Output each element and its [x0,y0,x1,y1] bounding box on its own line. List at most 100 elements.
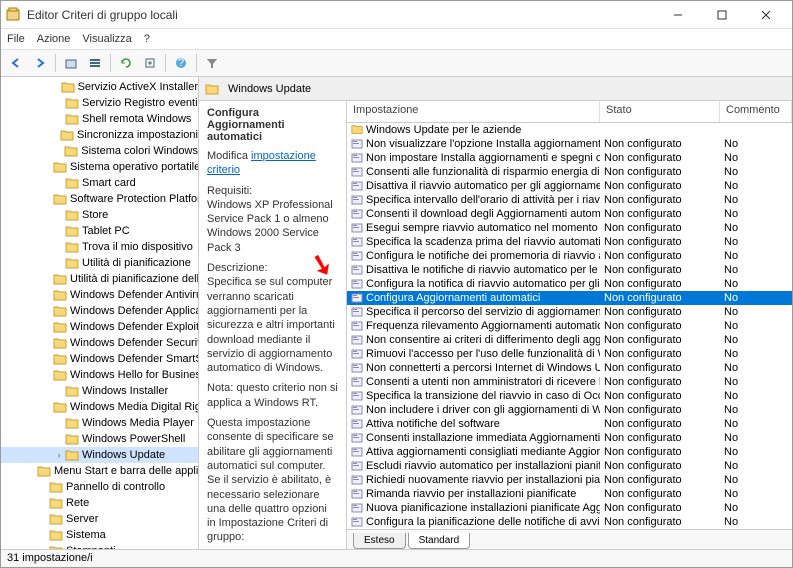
tree-node[interactable]: Sistema colori Windows [1,143,198,159]
col-commento[interactable]: Commento [720,101,792,122]
list-item[interactable]: Specifica il percorso del servizio di ag… [347,305,792,319]
list-item[interactable]: Specifica la scadenza prima del riavvio … [347,235,792,249]
list-item[interactable]: Rimanda riavvio per installazioni pianif… [347,487,792,501]
svg-text:?: ? [178,57,184,69]
list-item[interactable]: Windows Update per le aziende [347,123,792,137]
tree-node[interactable]: Store [1,207,198,223]
tree-node[interactable]: Windows Defender SmartScreen [1,351,198,367]
settings-list[interactable]: Windows Update per le aziendeNon visuali… [347,123,792,529]
list-item[interactable]: Escludi riavvio automatico per installaz… [347,459,792,473]
col-stato[interactable]: Stato [600,101,720,122]
folder-icon [53,289,67,301]
tree-node[interactable]: Windows Defender Application Guard [1,303,198,319]
tree-node[interactable]: Servizio Registro eventi [1,95,198,111]
twisty-icon[interactable]: › [53,450,65,460]
list-item[interactable]: Configura la pianificazione delle notifi… [347,515,792,529]
folder-icon [53,401,67,413]
window-title: Editor Criteri di gruppo locali [27,8,656,22]
tab-standard[interactable]: Standard [408,533,471,549]
list-item[interactable]: Frequenza rilevamento Aggiornamenti auto… [347,319,792,333]
list-item[interactable]: Non consentire ai criteri di differiment… [347,333,792,347]
tree-node[interactable]: Rete [1,495,198,511]
tree-node[interactable]: Windows Defender Security Center [1,335,198,351]
tree-node[interactable]: Windows Defender Exploit Guard [1,319,198,335]
tree-node[interactable]: Sistema operativo portatile [1,159,198,175]
setting-icon [351,208,363,220]
tree-node[interactable]: Menu Start e barra delle applicazioni [1,463,198,479]
tree-node[interactable]: Sincronizza impostazioni [1,127,198,143]
list-item[interactable]: Consenti il download degli Aggiornamenti… [347,207,792,221]
tree-panel[interactable]: Servizio ActiveX InstallerServizio Regis… [1,77,199,549]
list-item[interactable]: Disattiva le notifiche di riavvio automa… [347,263,792,277]
tree-node[interactable]: Tablet PC [1,223,198,239]
list-button[interactable] [84,52,106,74]
up-button[interactable] [60,52,82,74]
list-item[interactable]: Non visualizzare l'opzione Installa aggi… [347,137,792,151]
tree-label: Rete [66,497,89,509]
list-item[interactable]: Non impostare Installa aggiornamenti e s… [347,151,792,165]
tree-node[interactable]: Sistema [1,527,198,543]
folder-icon [351,124,363,136]
filter-button[interactable] [201,52,223,74]
setting-name: Consenti il download degli Aggiornamenti… [366,208,600,220]
list-item[interactable]: Esegui sempre riavvio automatico nel mom… [347,221,792,235]
setting-icon [351,180,363,192]
list-item[interactable]: Attiva notifiche del softwareNon configu… [347,417,792,431]
tree-node[interactable]: Windows Defender Antivirus [1,287,198,303]
menu-visualizza[interactable]: Visualizza [82,33,131,45]
list-item[interactable]: Richiedi nuovamente riavvio per installa… [347,473,792,487]
list-item[interactable]: Non connetterti a percorsi Internet di W… [347,361,792,375]
tree-node[interactable]: ›Windows Update [1,447,198,463]
list-item[interactable]: Non includere i driver con gli aggiornam… [347,403,792,417]
forward-button[interactable] [29,52,51,74]
tree-node[interactable]: Trova il mio dispositivo [1,239,198,255]
menu-azione[interactable]: Azione [37,33,71,45]
tree-node[interactable]: Server [1,511,198,527]
list-item[interactable]: Specifica intervallo dell'orario di atti… [347,193,792,207]
tab-esteso[interactable]: Esteso [353,533,406,549]
menu-help[interactable]: ? [144,33,150,45]
list-item[interactable]: Rimuovi l'accesso per l'uso delle funzio… [347,347,792,361]
list-item[interactable]: Configura Aggiornamenti automaticiNon co… [347,291,792,305]
list-item[interactable]: Consenti alle funzionalità di risparmio … [347,165,792,179]
tree-node[interactable]: Windows Media Digital Rights [1,399,198,415]
list-item[interactable]: Consenti a utenti non amministratori di … [347,375,792,389]
tree-node[interactable]: Utilità di pianificazione della manutenz… [1,271,198,287]
list-item[interactable]: Disattiva il riavvio automatico per gli … [347,179,792,193]
setting-icon [351,292,363,304]
back-button[interactable] [5,52,27,74]
tree-node[interactable]: Smart card [1,175,198,191]
list-item[interactable]: Configura la notifica di riavvio automat… [347,277,792,291]
list-item[interactable]: Consenti installazione immediata Aggiorn… [347,431,792,445]
folder-icon [65,433,79,445]
setting-state: Non configurato [600,278,720,290]
menu-file[interactable]: File [7,33,25,45]
refresh-button[interactable] [115,52,137,74]
setting-comment: No [720,264,792,276]
help-button[interactable]: ? [170,52,192,74]
list-item[interactable]: Specifica la transizione del riavvio in … [347,389,792,403]
col-impostazione[interactable]: Impostazione [347,101,600,122]
tree-node[interactable]: Pannello di controllo [1,479,198,495]
tree-node[interactable]: Shell remota Windows [1,111,198,127]
setting-icon [351,404,363,416]
tree-node[interactable]: Windows Installer [1,383,198,399]
setting-state: Non configurato [600,460,720,472]
tree-node[interactable]: Windows Media Player [1,415,198,431]
tree-node[interactable]: Windows Hello for Business [1,367,198,383]
tree-node[interactable]: Utilità di pianificazione [1,255,198,271]
setting-comment: No [720,474,792,486]
setting-state: Non configurato [600,446,720,458]
minimize-button[interactable] [656,1,700,29]
tree-node[interactable]: Software Protection Platform [1,191,198,207]
setting-comment: No [720,516,792,528]
tree-node[interactable]: Windows PowerShell [1,431,198,447]
export-button[interactable] [139,52,161,74]
maximize-button[interactable] [700,1,744,29]
close-button[interactable] [744,1,788,29]
list-item[interactable]: Nuova pianificazione installazioni piani… [347,501,792,515]
tree-node[interactable]: Servizio ActiveX Installer [1,79,198,95]
setting-comment: No [720,208,792,220]
list-item[interactable]: Attiva aggiornamenti consigliati mediant… [347,445,792,459]
list-item[interactable]: Configura le notifiche dei promemoria di… [347,249,792,263]
